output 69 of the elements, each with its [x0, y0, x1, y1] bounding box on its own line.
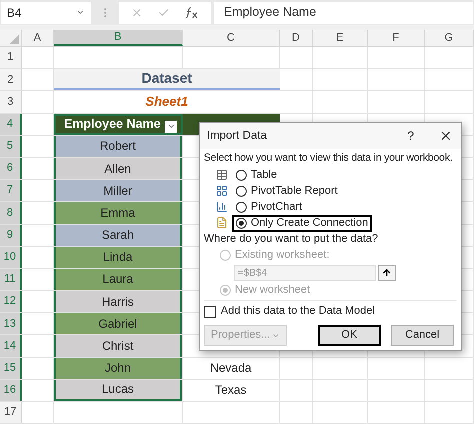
- place-prompt: Where do you want to put the data?: [204, 233, 380, 246]
- table-cell: Miller: [54, 180, 182, 202]
- radio-button[interactable]: [236, 186, 247, 196]
- row-header[interactable]: 6: [0, 158, 22, 180]
- table-cell: Emma: [54, 202, 182, 224]
- row-header[interactable]: 11: [0, 268, 22, 290]
- row-header[interactable]: 16: [0, 380, 22, 401]
- ok-button[interactable]: OK: [318, 325, 381, 346]
- radio-button[interactable]: [236, 218, 247, 228]
- cancel-button[interactable]: Cancel: [391, 325, 454, 346]
- table-cell-text: Texas: [214, 382, 248, 400]
- table-cell: Laura: [54, 268, 182, 290]
- filter-button[interactable]: [165, 120, 177, 133]
- table-cell: Linda: [54, 246, 182, 268]
- column-header[interactable]: D: [280, 30, 313, 46]
- view-option[interactable]: Table: [234, 168, 280, 182]
- row-header[interactable]: 15: [0, 358, 22, 379]
- file-icon: [216, 217, 228, 229]
- sheet-label: Sheet1: [144, 93, 190, 112]
- table-cell: Lucas: [54, 380, 182, 401]
- close-icon[interactable]: [439, 129, 453, 143]
- row-header[interactable]: 8: [0, 202, 22, 224]
- row-header[interactable]: 1: [0, 47, 22, 68]
- grip-icon: [104, 8, 106, 18]
- function-icon[interactable]: [185, 6, 200, 18]
- grid-icon: [216, 185, 228, 197]
- row-header[interactable]: 12: [0, 291, 22, 312]
- row-header[interactable]: 10: [0, 246, 22, 268]
- view-option[interactable]: Only Create Connection: [234, 216, 370, 230]
- collapse-button[interactable]: [378, 265, 396, 281]
- table-cell: Christ: [54, 335, 182, 357]
- row-header[interactable]: 3: [0, 91, 22, 113]
- help-button[interactable]: ?: [401, 130, 421, 142]
- checkbox-label: Add this data to the Data Model: [221, 305, 376, 318]
- dataset-title: Dataset: [54, 69, 280, 90]
- checkbox[interactable]: [204, 306, 216, 318]
- row-header[interactable]: 4: [0, 114, 22, 135]
- table-cell: Robert: [54, 136, 182, 157]
- table-header: Employee Name: [54, 114, 183, 135]
- row-header[interactable]: 14: [0, 335, 22, 357]
- row-header[interactable]: 2: [0, 69, 22, 90]
- row-header[interactable]: 17: [0, 402, 22, 424]
- row-header[interactable]: 7: [0, 180, 22, 202]
- table-cell: Sarah: [54, 224, 182, 246]
- column-header[interactable]: F: [368, 30, 425, 46]
- column-header[interactable]: E: [313, 30, 368, 46]
- column-header[interactable]: B: [54, 30, 183, 46]
- table-cell-text: Nevada: [209, 360, 253, 378]
- row-header[interactable]: 5: [0, 136, 22, 157]
- dialog-title: Import Data: [207, 130, 268, 142]
- table-cell: Harris: [54, 291, 182, 312]
- view-option[interactable]: PivotTable Report: [234, 184, 340, 198]
- radio-button[interactable]: [236, 170, 247, 180]
- chart-icon: [216, 201, 228, 213]
- table-icon: [216, 169, 228, 181]
- name-box[interactable]: B4: [1, 2, 91, 24]
- table-cell: Allen: [54, 158, 182, 180]
- view-option[interactable]: PivotChart: [234, 200, 304, 214]
- column-header[interactable]: C: [183, 30, 280, 46]
- dropdown-icon: [76, 8, 85, 17]
- radio-button[interactable]: [236, 202, 247, 212]
- formula-field[interactable]: Employee Name: [214, 2, 473, 24]
- arrow-icon: [382, 268, 392, 278]
- row-header[interactable]: 9: [0, 224, 22, 246]
- table-cell: John: [54, 358, 182, 379]
- column-header[interactable]: G: [425, 30, 474, 46]
- view-prompt: Select how you want to view this data in your workbook.: [204, 152, 454, 165]
- row-header[interactable]: 13: [0, 313, 22, 334]
- table-cell: Gabriel: [54, 313, 182, 334]
